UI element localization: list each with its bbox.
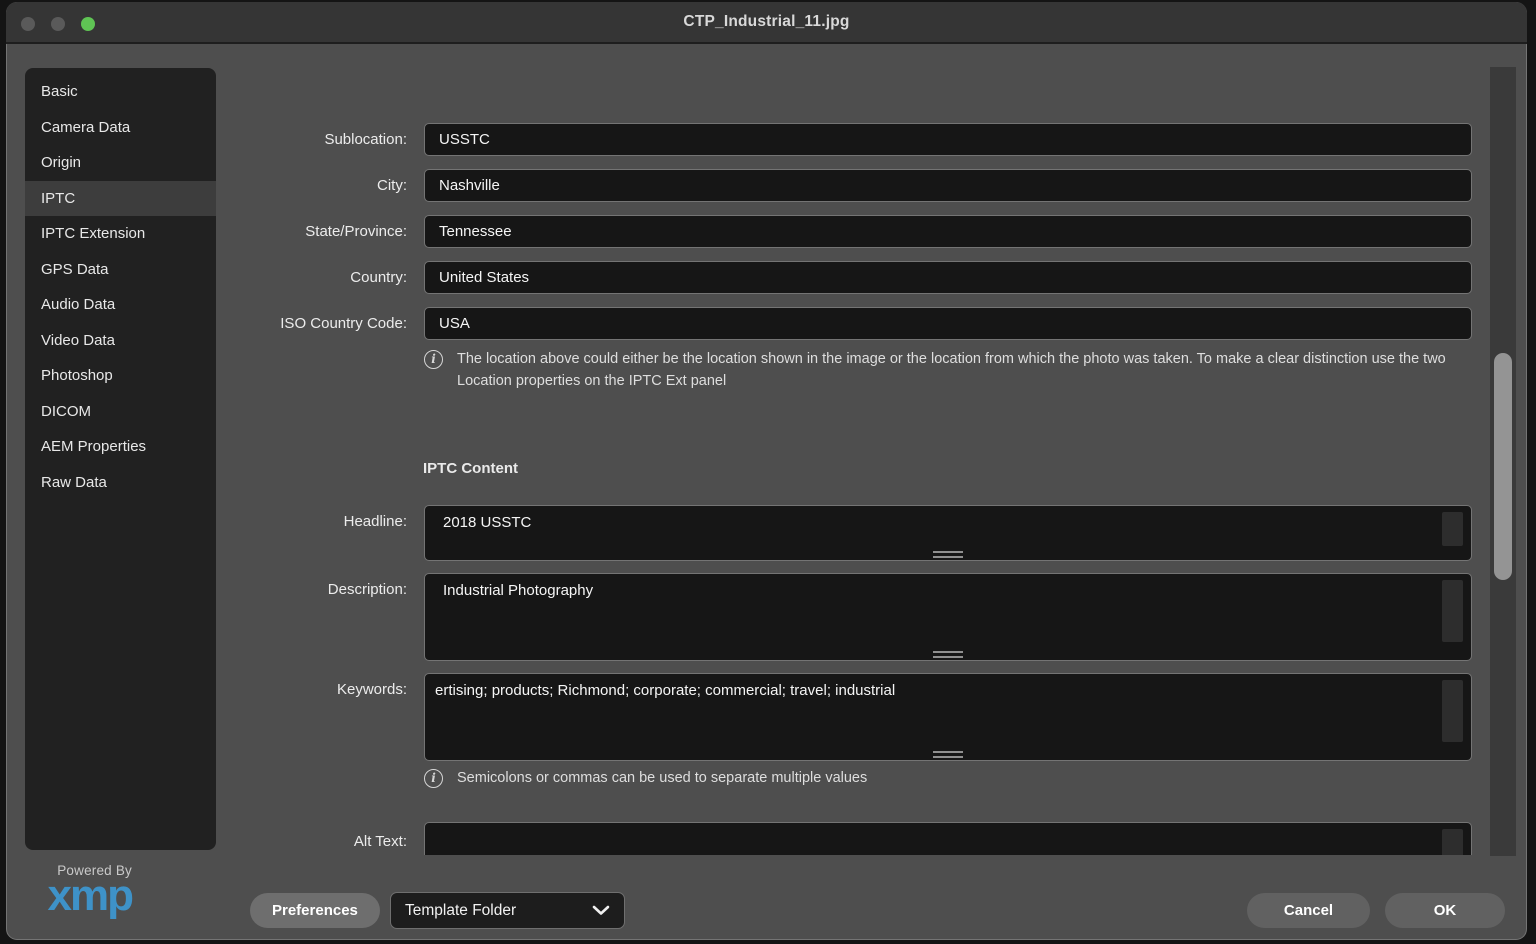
sublocation-label: Sublocation:: [324, 131, 407, 148]
description-scrollbar[interactable]: [1442, 580, 1463, 642]
iso-country-code-label: ISO Country Code:: [280, 315, 407, 332]
file-info-dialog: CTP_Industrial_11.jpg Basic Camera Data …: [6, 2, 1527, 940]
city-input[interactable]: [424, 169, 1472, 202]
vertical-scrollbar-thumb[interactable]: [1494, 353, 1512, 580]
alt-text-label: Alt Text:: [353, 833, 407, 850]
keywords-field: ertising; products; Richmond; corporate;…: [424, 673, 1472, 761]
alt-text-scrollbar[interactable]: [1442, 829, 1463, 855]
description-textarea[interactable]: Industrial Photography: [424, 573, 1472, 661]
description-field: Industrial Photography: [424, 573, 1472, 661]
country-input[interactable]: [424, 261, 1472, 294]
iptc-content-header: IPTC Content: [423, 460, 518, 477]
keywords-note-text: Semicolons or commas can be used to sepa…: [457, 770, 868, 786]
dialog-footer: Powered By xmp Preferences Template Fold…: [6, 855, 1527, 940]
sublocation-input[interactable]: [424, 123, 1472, 156]
ok-button[interactable]: OK: [1385, 893, 1505, 928]
xmp-logo: Powered By xmp: [35, 863, 134, 920]
alt-text-field: [424, 822, 1472, 855]
template-folder-dropdown[interactable]: Template Folder: [390, 892, 625, 929]
headline-field: 2018 USSTC: [424, 505, 1472, 561]
keywords-label: Keywords:: [336, 681, 407, 698]
keywords-resize-handle-icon[interactable]: [933, 751, 963, 758]
description-resize-handle-icon[interactable]: [933, 651, 963, 658]
preferences-button[interactable]: Preferences: [250, 893, 380, 928]
chevron-down-icon: [592, 905, 610, 915]
state-province-input[interactable]: [424, 215, 1472, 248]
location-note-text: The location above could either be the l…: [457, 351, 1446, 389]
keywords-scrollbar[interactable]: [1442, 680, 1463, 742]
cancel-button[interactable]: Cancel: [1247, 893, 1370, 928]
xmp-logo-text: xmp: [47, 871, 134, 920]
headline-resize-handle-icon[interactable]: [933, 551, 963, 558]
description-label: Description:: [327, 581, 407, 598]
template-folder-label: Template Folder: [405, 901, 517, 919]
headline-scrollbar[interactable]: [1442, 512, 1463, 546]
state-province-label: State/Province:: [305, 223, 407, 240]
iso-country-code-input[interactable]: [424, 307, 1472, 340]
window-title: CTP_Industrial_11.jpg: [683, 13, 850, 30]
country-label: Country:: [350, 269, 407, 286]
keywords-textarea[interactable]: ertising; products; Richmond; corporate;…: [424, 673, 1472, 761]
titlebar: CTP_Industrial_11.jpg: [6, 2, 1527, 44]
alt-text-textarea[interactable]: [424, 822, 1472, 855]
info-icon: i: [424, 769, 443, 788]
iptc-form-panel: Sublocation: City: State/Province: Count…: [6, 46, 1488, 855]
info-icon: i: [424, 350, 443, 369]
headline-label: Headline:: [343, 513, 407, 530]
city-label: City:: [377, 177, 407, 194]
